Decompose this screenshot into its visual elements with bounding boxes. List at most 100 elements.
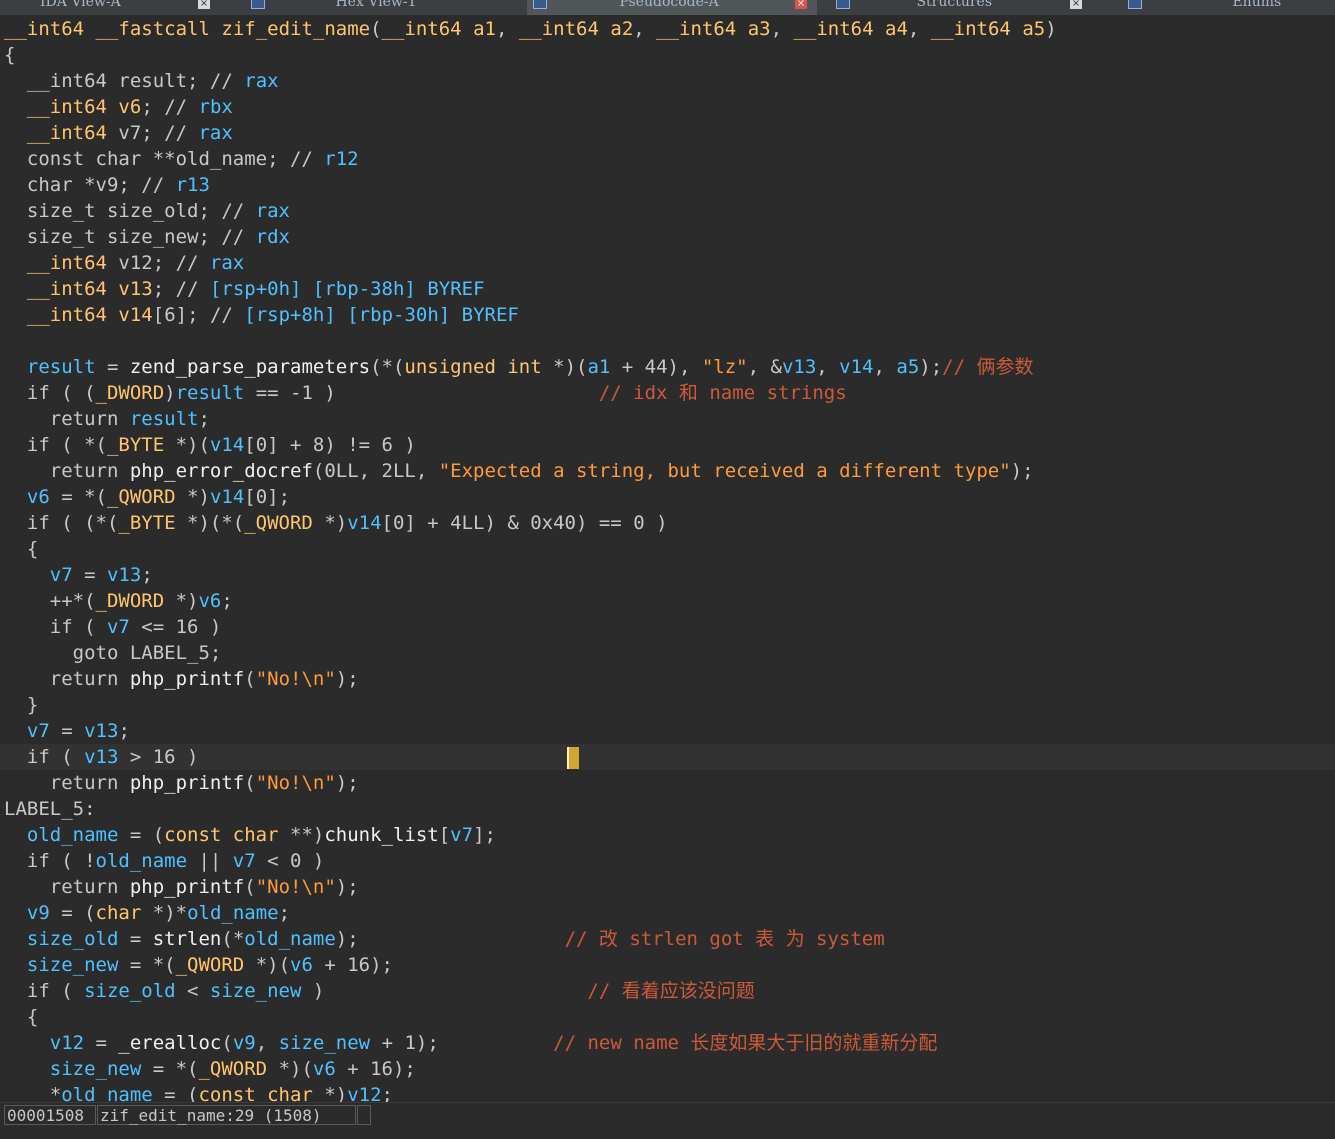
code-token: v13 [84,746,119,768]
code-token: = ( [49,902,96,924]
code-line[interactable]: { [0,42,1335,68]
code-token: , [873,356,897,378]
code-line[interactable]: return result; [0,406,1335,432]
code-line[interactable]: return php_printf("No!\n"); [0,770,1335,796]
code-token: v12 [49,1032,85,1054]
code-line[interactable]: v7 = v13; [0,718,1335,744]
code-token: old_name [187,902,279,924]
code-line[interactable]: __int64 v12; // rax [0,250,1335,276]
code-line[interactable]: __int64 v14[6]; // [rsp+8h] [rbp-30h] BY… [0,302,1335,328]
code-token: char *v9; // [4,174,176,196]
code-token: v6 [26,486,50,508]
tab-pseudocode-a[interactable]: Pseudocode-A × [527,0,817,15]
tab-hex-view-1[interactable]: Hex View-1 [245,0,525,15]
code-line[interactable]: __int64 v6; // rbx [0,94,1335,120]
code-token: v9 [232,1032,256,1054]
code-line[interactable]: const char **old_name; // r12 [0,146,1335,172]
code-token: *) [175,486,210,508]
code-line[interactable]: } [0,692,1335,718]
code-line[interactable]: *old_name = (const char *)v12; [0,1082,1335,1102]
code-token: zend_parse_parameters [129,356,371,378]
close-icon[interactable]: × [795,0,807,9]
code-token: v14 [347,512,382,534]
code-line[interactable]: __int64 result; // rax [0,68,1335,94]
code-line[interactable]: ++*(_DWORD *)v6; [0,588,1335,614]
code-token: **) [278,824,325,846]
code-token: a5 [896,356,920,378]
code-token: ); [335,928,565,950]
code-line[interactable]: size_new = *(_QWORD *)(v6 + 16); [0,1056,1335,1082]
status-extra [357,1105,371,1125]
code-token: <= 16 ) [129,616,222,638]
code-line[interactable]: result = zend_parse_parameters(*(unsigne… [0,354,1335,380]
structures-icon [836,0,850,9]
code-line[interactable]: v7 = v13; [0,562,1335,588]
tab-structures[interactable]: Structures × [830,0,1092,15]
code-token: , [495,18,519,40]
code-token: php_printf [129,668,245,690]
code-line[interactable]: if ( *(_BYTE *)(v14[0] + 8) != 6 ) [0,432,1335,458]
code-line[interactable]: v12 = _erealloc(v9, size_new + 1); // ne… [0,1030,1335,1056]
code-line[interactable]: goto LABEL_5; [0,640,1335,666]
code-token: ( [370,18,382,40]
code-token: if ( ! [4,850,96,872]
code-line[interactable]: LABEL_5: [0,796,1335,822]
code-line[interactable]: return php_printf("No!\n"); [0,874,1335,900]
code-line[interactable]: if ( v7 <= 16 ) [0,614,1335,640]
code-line[interactable]: __int64 v13; // [rsp+0h] [rbp-38h] BYREF [0,276,1335,302]
code-token: v12; // [106,252,210,274]
tab-label: Enums [1232,0,1282,10]
code-line[interactable]: __int64 v7; // rax [0,120,1335,146]
code-token: ; // [141,96,199,118]
code-line[interactable]: char *v9; // r13 [0,172,1335,198]
code-token: < 0 ) [255,850,325,872]
tab-enums[interactable]: Enums [1122,0,1335,15]
code-token: v14 [118,304,153,326]
code-line[interactable]: __int64 __fastcall zif_edit_name(__int64… [0,16,1335,42]
pseudocode-editor[interactable]: __int64 __fastcall zif_edit_name(__int64… [0,16,1335,1102]
code-token: rdx [255,226,290,248]
code-token: // 俩参数 [942,356,1034,378]
code-line[interactable]: size_t size_old; // rax [0,198,1335,224]
code-line[interactable]: return php_error_docref(0LL, 2LL, "Expec… [0,458,1335,484]
code-token: v7 [26,720,50,742]
code-line[interactable]: size_old = strlen(*old_name); // 改 strle… [0,926,1335,952]
code-line[interactable]: if ( size_old < size_new ) // 看着应该没问题 [0,978,1335,1004]
code-line[interactable]: if ( v13 > 16 ) [0,744,1335,770]
code-token: ); [919,356,943,378]
code-line[interactable]: size_new = *(_QWORD *)(v6 + 16); [0,952,1335,978]
code-token: _QWORD [244,512,313,534]
code-token: = *( [49,486,107,508]
code-line[interactable]: size_t size_new; // rdx [0,224,1335,250]
code-token: *) [164,590,199,612]
code-line[interactable]: { [0,1004,1335,1030]
code-line[interactable]: return php_printf("No!\n"); [0,666,1335,692]
code-token: *)( [267,1058,313,1080]
code-line[interactable]: v6 = *(_QWORD *)v14[0]; [0,484,1335,510]
code-line[interactable]: old_name = (const char **)chunk_list[v7]… [0,822,1335,848]
code-token: size_new [209,980,302,1002]
code-token: ]; // [175,304,245,326]
close-icon[interactable]: × [198,0,210,9]
code-token: return [4,460,130,482]
code-line[interactable]: if ( (*(_BYTE *)(*(_QWORD *)v14[0] + 4LL… [0,510,1335,536]
close-icon[interactable]: × [1070,0,1082,9]
hex-view-icon [251,0,265,9]
code-token: a5 [1022,18,1046,40]
code-line[interactable] [0,328,1335,354]
code-line[interactable]: { [0,536,1335,562]
code-line[interactable]: v9 = (char *)*old_name; [0,900,1335,926]
code-token: _BYTE [106,434,165,456]
tab-ida-view-a[interactable]: IDA View-A × [0,0,220,15]
code-line[interactable]: if ( (_DWORD)result == -1 ) // idx 和 nam… [0,380,1335,406]
code-token: { [4,44,16,66]
tab-label: Hex View-1 [335,0,417,10]
code-token: "Expected a string, but received a diffe… [438,460,1011,482]
code-line[interactable]: if ( !old_name || v7 < 0 ) [0,848,1335,874]
code-token: rax [255,200,290,222]
